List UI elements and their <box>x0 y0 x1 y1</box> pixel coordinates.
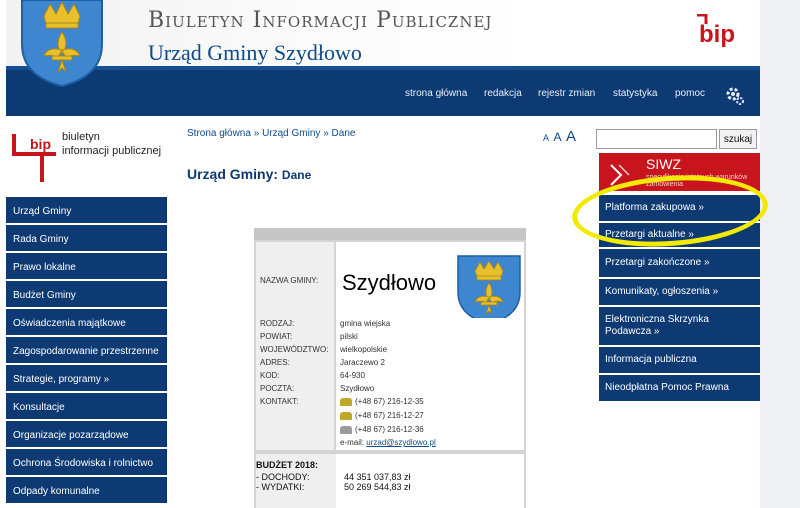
left-menu-item-zagospodarowanie[interactable]: Zagospodarowanie przestrzenne <box>6 337 167 363</box>
breadcrumb-separator: » <box>253 128 260 139</box>
value-kod: 64-930 <box>340 371 365 380</box>
search-input[interactable] <box>596 129 717 149</box>
phone-icon <box>340 411 352 420</box>
breadcrumb-home[interactable]: Strona główna <box>187 128 251 139</box>
svg-text:bip: bip <box>30 136 51 152</box>
left-menu-item-organizacje[interactable]: Organizacje pozarządowe <box>6 421 167 447</box>
bip-badge-line1: biuletyn <box>62 131 100 143</box>
phone-icon <box>340 397 352 406</box>
breadcrumb-current: Dane <box>331 128 356 139</box>
right-menu-item-esp[interactable]: Elektroniczna Skrzynka Podawcza » <box>599 307 760 347</box>
font-size-medium[interactable]: A <box>553 130 561 144</box>
breadcrumb-urzad[interactable]: Urząd Gminy <box>262 128 320 139</box>
left-menu-item-prawo-lokalne[interactable]: Prawo lokalne <box>6 253 167 279</box>
page-title-sub: Dane <box>281 168 312 182</box>
town-name: Szydłowo <box>342 270 437 295</box>
svg-text:bip: bip <box>699 21 735 48</box>
label-wojewodztwo: WOJEWÓDZTWO: <box>260 345 329 354</box>
value-fax: (+48 67) 216-12-36 <box>340 425 424 434</box>
nav-editorial[interactable]: redakcja <box>484 88 522 99</box>
nav-statistics[interactable]: statystyka <box>613 88 657 99</box>
left-menu-item-odpady[interactable]: Odpady komunalne <box>6 477 167 503</box>
left-menu-item-rada-gminy[interactable]: Rada Gminy <box>6 225 167 251</box>
value-rodzaj: gmina wiejska <box>340 319 391 328</box>
search-button[interactable]: szukaj <box>719 129 757 149</box>
bip-badge-icon: bip <box>12 134 56 182</box>
right-menu-item-komunikaty[interactable]: Komunikaty, ogłoszenia » <box>599 279 760 307</box>
bip-badge-text: biuletyn informacji publicznej <box>62 130 161 158</box>
label-kontakt: KONTAKT: <box>260 397 299 406</box>
budget-section: BUDŻET 2018: - DOCHODY: - WYDATKI: 44 35… <box>256 454 524 508</box>
right-menu-item-przetargi-zakonczone[interactable]: Przetargi zakończone » <box>599 249 760 279</box>
font-size-large[interactable]: A <box>566 128 576 145</box>
label-poczta: POCZTA: <box>260 384 295 393</box>
town-crest-icon <box>457 255 521 325</box>
page-title: Urząd Gminy: Dane <box>187 166 311 182</box>
gmina-crest[interactable] <box>18 0 106 88</box>
nav-change-log[interactable]: rejestr zmian <box>538 88 595 99</box>
label-powiat: POWIAT: <box>260 332 293 341</box>
left-menu: Urząd Gminy Rada Gminy Prawo lokalne Bud… <box>6 197 167 505</box>
settings-gear-icon <box>726 87 744 105</box>
crest-icon <box>21 0 103 88</box>
top-navigation: strona główna redakcja rejestr zmian sta… <box>6 66 760 116</box>
bip-logo[interactable]: bip <box>696 13 748 52</box>
header: Biuletyn Informacji Publicznej Urząd Gmi… <box>6 0 760 66</box>
left-menu-item-strategie[interactable]: Strategie, programy » <box>6 365 167 391</box>
nav-home[interactable]: strona główna <box>405 88 467 99</box>
bip-badge-logo[interactable]: bip <box>12 130 60 186</box>
value-phone-1: (+48 67) 216-12-35 <box>340 397 424 406</box>
left-menu-item-konsultacje[interactable]: Konsultacje <box>6 393 167 419</box>
info-values: gmina wiejska pilski wielkopolskie Jarac… <box>336 318 524 450</box>
info-labels: RODZAJ: POWIAT: WOJEWÓDZTWO: ADRES: KOD:… <box>256 318 334 450</box>
gear-icon[interactable] <box>725 86 745 110</box>
name-value-cell: Szydłowo <box>336 242 524 328</box>
left-menu-item-urzad-gminy[interactable]: Urząd Gminy <box>6 197 167 223</box>
right-menu-item-informacja-publiczna[interactable]: Informacja publiczna <box>599 347 760 375</box>
office-name[interactable]: Urząd Gminy Szydłowo <box>148 40 362 66</box>
value-email: e-mail: urzad@szydlowo.pl <box>340 438 436 447</box>
value-powiat: pilski <box>340 332 358 341</box>
page-title-main: Urząd Gminy: <box>187 166 279 182</box>
right-menu-item-pomoc-prawna[interactable]: Nieodpłatna Pomoc Prawna <box>599 375 760 403</box>
email-label: e-mail: <box>340 438 365 447</box>
breadcrumb-separator: » <box>323 128 329 139</box>
fax-text: (+48 67) 216-12-36 <box>355 425 424 434</box>
bip-logo-icon: bip <box>697 13 735 48</box>
font-size-small[interactable]: A <box>543 133 549 143</box>
page: Biuletyn Informacji Publicznej Urząd Gmi… <box>0 0 800 508</box>
siwz-title: SIWZ <box>646 156 681 172</box>
font-size-controls: A A A <box>543 128 576 146</box>
phone-1-text: (+48 67) 216-12-35 <box>355 397 424 406</box>
phone-2-text: (+48 67) 216-12-27 <box>355 411 424 420</box>
expense-value: 50 269 544,83 zł <box>344 482 411 492</box>
gmina-info-table: NAZWA GMINY: Szydłowo RODZAJ: POWIAT: WO <box>254 228 526 508</box>
bip-title: Biuletyn Informacji Publicznej <box>148 8 493 33</box>
page-margin <box>760 0 800 508</box>
budget-title: BUDŻET 2018: <box>256 460 319 470</box>
left-menu-item-ochrona-srodowiska[interactable]: Ochrona Środowiska i rolnictwo <box>6 449 167 475</box>
nav-help[interactable]: pomoc <box>675 88 705 99</box>
fax-icon <box>340 425 352 434</box>
table-header-bar <box>254 228 526 240</box>
value-wojewodztwo: wielkopolskie <box>340 345 388 354</box>
income-value: 44 351 037,83 zł <box>344 472 411 482</box>
label-rodzaj: RODZAJ: <box>260 319 295 328</box>
value-adres: Jaraczewo 2 <box>340 358 385 367</box>
bip-badge-line2: informacji publicznej <box>62 145 162 157</box>
value-phone-2: (+48 67) 216-12-27 <box>340 411 424 420</box>
left-menu-item-oswiadczenia[interactable]: Oświadczenia majątkowe <box>6 309 167 335</box>
label-adres: ADRES: <box>260 358 290 367</box>
income-label: - DOCHODY: <box>256 472 310 482</box>
label-kod: KOD: <box>260 371 280 380</box>
left-menu-item-budzet[interactable]: Budżet Gminy <box>6 281 167 307</box>
name-label: NAZWA GMINY: <box>256 242 334 328</box>
email-link[interactable]: urzad@szydlowo.pl <box>366 438 435 447</box>
value-poczta: Szydłowo <box>340 384 375 393</box>
expense-label: - WYDATKI: <box>256 482 305 492</box>
breadcrumb: Strona główna » Urząd Gminy » Dane <box>187 128 355 139</box>
